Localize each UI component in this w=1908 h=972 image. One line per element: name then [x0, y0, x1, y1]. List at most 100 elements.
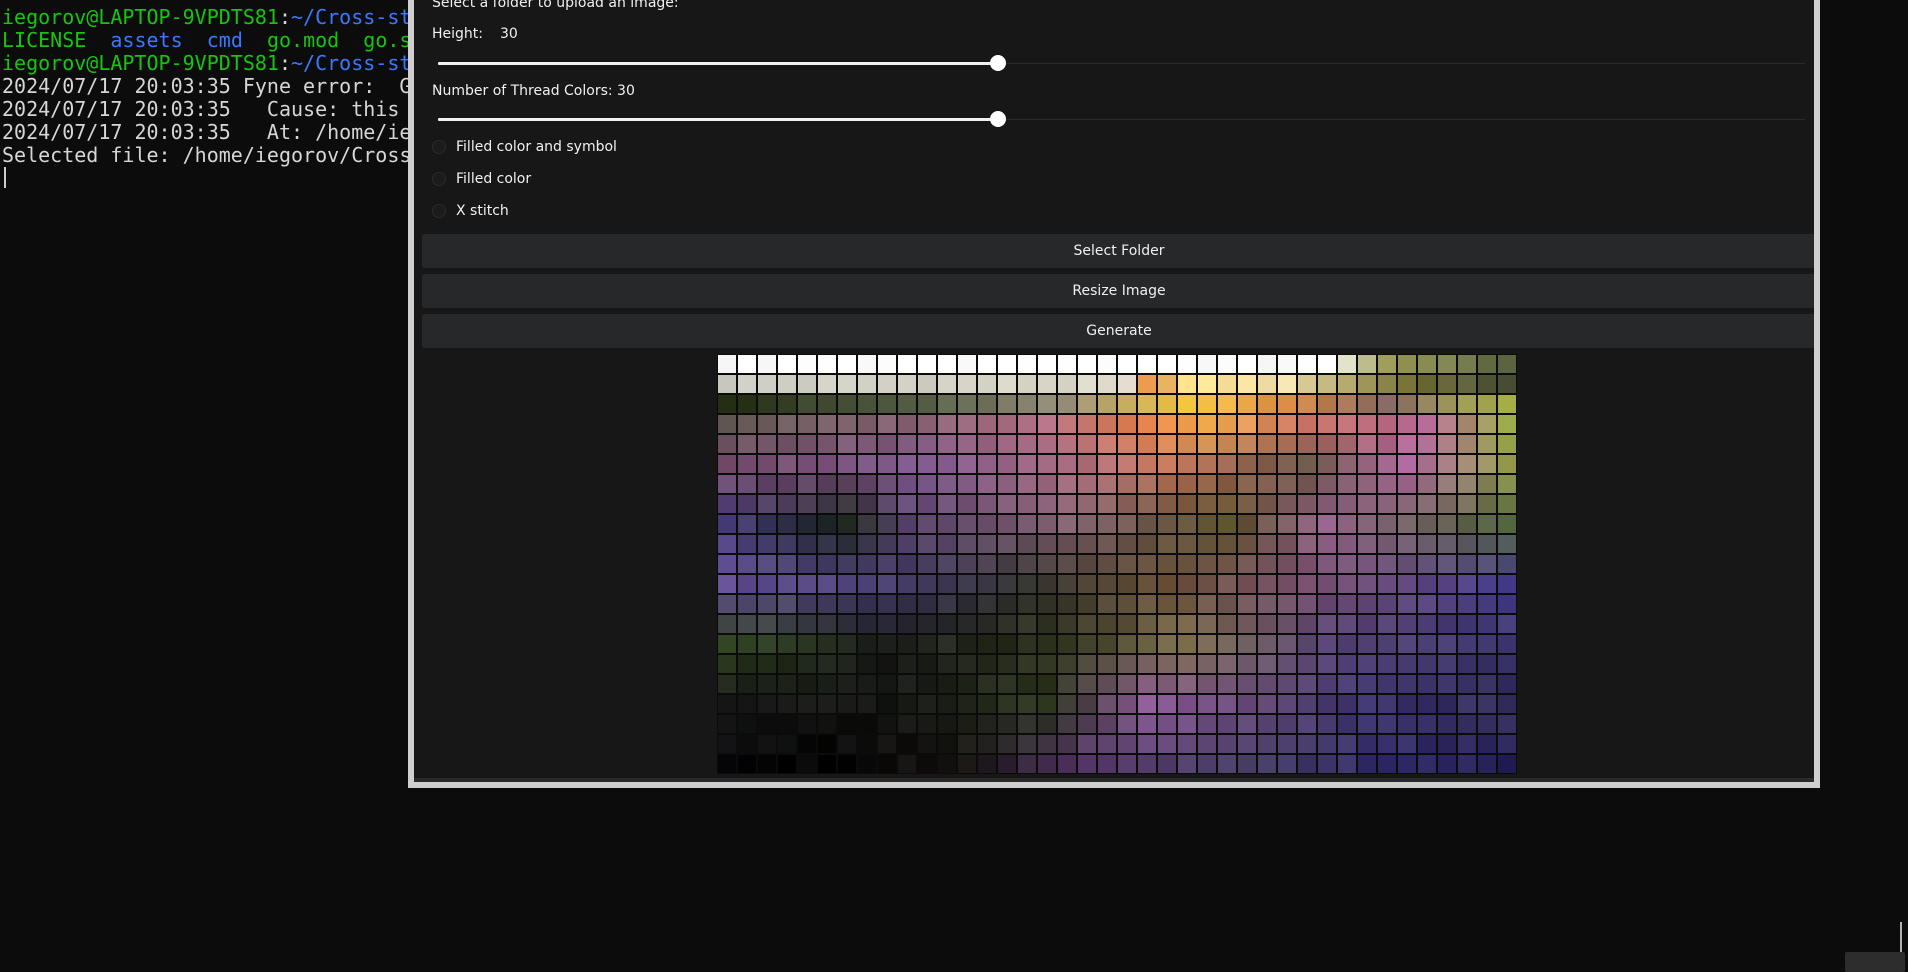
radio-filled-color-and-symbol[interactable]: Filled color and symbol — [432, 136, 617, 158]
pattern-cell — [1198, 595, 1216, 613]
pattern-cell — [1298, 355, 1316, 373]
pattern-cell — [1098, 575, 1116, 593]
pattern-cell — [1178, 695, 1196, 713]
pattern-cell — [878, 495, 896, 513]
pattern-cell — [978, 715, 996, 733]
pattern-cell — [1098, 735, 1116, 753]
pattern-cell — [1358, 375, 1376, 393]
pattern-cell — [1178, 415, 1196, 433]
pattern-cell — [1258, 635, 1276, 653]
pattern-cell — [1358, 715, 1376, 733]
pattern-cell — [938, 495, 956, 513]
pattern-cell — [898, 415, 916, 433]
pattern-cell — [758, 635, 776, 653]
pattern-cell — [1358, 415, 1376, 433]
radio-circle-icon — [432, 172, 446, 186]
pattern-cell — [1038, 515, 1056, 533]
pattern-cell — [1478, 635, 1496, 653]
pattern-cell — [718, 455, 736, 473]
pattern-cell — [1318, 715, 1336, 733]
pattern-cell — [1138, 675, 1156, 693]
pattern-cell — [898, 535, 916, 553]
pattern-cell — [918, 755, 936, 773]
pattern-cell — [918, 515, 936, 533]
pattern-cell — [758, 495, 776, 513]
select-folder-button[interactable]: Select Folder — [422, 234, 1814, 268]
pattern-cell — [838, 575, 856, 593]
pattern-cell — [1498, 455, 1516, 473]
pattern-cell — [1338, 395, 1356, 413]
pattern-cell — [918, 355, 936, 373]
pattern-cell — [958, 475, 976, 493]
pattern-cell — [1078, 375, 1096, 393]
pattern-cell — [1318, 375, 1336, 393]
pattern-cell — [1178, 455, 1196, 473]
pattern-cell — [998, 555, 1016, 573]
pattern-cell — [738, 475, 756, 493]
taskbar-button[interactable] — [1845, 952, 1905, 972]
radio-filled-color[interactable]: Filled color — [432, 168, 531, 190]
pattern-cell — [1398, 575, 1416, 593]
pattern-cell — [858, 595, 876, 613]
pattern-cell — [798, 715, 816, 733]
pattern-cell — [1278, 455, 1296, 473]
pattern-cell — [1238, 735, 1256, 753]
pattern-cell — [1398, 655, 1416, 673]
pattern-cell — [1158, 495, 1176, 513]
pattern-cell — [898, 755, 916, 773]
pattern-cell — [838, 395, 856, 413]
pattern-cell — [1358, 655, 1376, 673]
pattern-cell — [1058, 595, 1076, 613]
pattern-cell — [758, 395, 776, 413]
pattern-cell — [998, 655, 1016, 673]
pattern-cell — [1118, 395, 1136, 413]
height-slider-thumb[interactable] — [990, 55, 1006, 71]
pattern-cell — [1438, 735, 1456, 753]
pattern-cell — [1038, 355, 1056, 373]
pattern-cell — [798, 455, 816, 473]
pattern-cell — [818, 495, 836, 513]
pattern-cell — [1478, 555, 1496, 573]
pattern-cell — [1418, 435, 1436, 453]
pattern-cell — [778, 675, 796, 693]
pattern-cell — [998, 635, 1016, 653]
pattern-cell — [1018, 355, 1036, 373]
pattern-cell — [958, 495, 976, 513]
pattern-cell — [1118, 635, 1136, 653]
pattern-cell — [1098, 455, 1116, 473]
thread-colors-slider[interactable] — [438, 111, 1805, 127]
generate-button[interactable]: Generate — [422, 314, 1814, 348]
pattern-cell — [1138, 595, 1156, 613]
pattern-cell — [998, 595, 1016, 613]
pattern-cell — [1158, 575, 1176, 593]
pattern-cell — [758, 355, 776, 373]
pattern-cell — [898, 375, 916, 393]
pattern-cell — [1238, 375, 1256, 393]
height-slider[interactable] — [438, 55, 1805, 71]
pattern-cell — [1118, 375, 1136, 393]
pattern-cell — [1398, 735, 1416, 753]
pattern-cell — [1198, 755, 1216, 773]
pattern-cell — [1278, 575, 1296, 593]
pattern-cell — [1198, 535, 1216, 553]
pattern-cell — [1018, 455, 1036, 473]
pattern-cell — [1238, 555, 1256, 573]
pattern-cell — [958, 575, 976, 593]
pattern-cell — [958, 675, 976, 693]
thread-colors-slider-thumb[interactable] — [990, 111, 1006, 127]
radio-x-stitch[interactable]: X stitch — [432, 200, 509, 222]
pattern-cell — [1358, 355, 1376, 373]
pattern-cell — [838, 475, 856, 493]
pattern-cell — [1238, 615, 1256, 633]
pattern-cell — [918, 555, 936, 573]
pattern-cell — [1458, 595, 1476, 613]
pattern-cell — [738, 755, 756, 773]
pattern-cell — [958, 455, 976, 473]
pattern-cell — [1478, 715, 1496, 733]
pattern-cell — [978, 535, 996, 553]
pattern-cell — [998, 535, 1016, 553]
pattern-cell — [738, 595, 756, 613]
pattern-cell — [1478, 735, 1496, 753]
resize-image-button[interactable]: Resize Image — [422, 274, 1814, 308]
